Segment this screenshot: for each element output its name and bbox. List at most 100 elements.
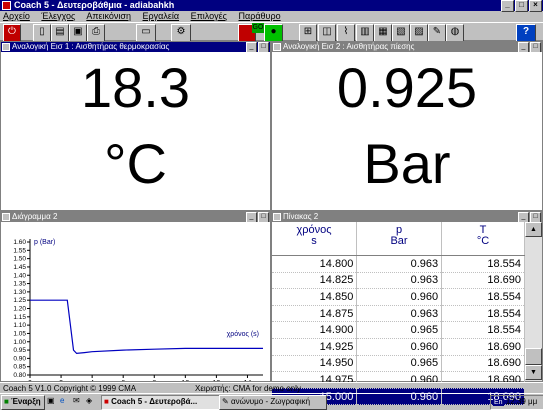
vertical-scrollbar[interactable]: ▲ ▼	[525, 222, 542, 381]
table-cell[interactable]: 14.825	[272, 272, 358, 290]
table-row[interactable]: 14.800 0.963 18.554	[272, 256, 525, 273]
quicklaunch-channels-icon[interactable]: ◈	[84, 395, 98, 408]
menu-file[interactable]: Αρχείο	[3, 11, 30, 21]
menu-control[interactable]: Έλεγχος	[41, 11, 75, 21]
pressure-chart[interactable]: 1.601.55 1.501.451.40 1.351.301.25 1.201.15…	[1, 222, 270, 381]
save-icon[interactable]: ▣	[69, 24, 87, 42]
start-button[interactable]: ●	[264, 24, 283, 42]
table-cell[interactable]: 14.900	[272, 321, 358, 339]
panel-minimize-button[interactable]: _	[246, 212, 257, 222]
panel-minimize-button[interactable]: _	[518, 212, 529, 222]
column-header-time[interactable]: χρόνος s	[272, 222, 357, 255]
table-cell[interactable]: 18.554	[441, 288, 525, 306]
x-tick-label: 2	[59, 380, 63, 381]
panel-titlebar[interactable]: Αναλογική Εισ 1 : Αισθητήρας θερμοκρασία…	[1, 42, 270, 52]
panel-menu-icon[interactable]	[273, 213, 281, 221]
language-indicator[interactable]: En	[493, 399, 504, 406]
panel-maximize-button[interactable]: □	[530, 42, 541, 52]
x-tick-label: 12	[213, 380, 221, 381]
table-cell[interactable]: 18.554	[441, 256, 525, 273]
panel-menu-icon[interactable]	[2, 43, 10, 51]
table-cell[interactable]: 18.690	[441, 355, 525, 373]
scroll-down-button[interactable]: ▼	[525, 365, 542, 380]
y-tick-label: 1.20	[13, 306, 26, 313]
panel-titlebar[interactable]: Αναλογική Εισ 2 : Αισθητήρας πίεσης _ □	[272, 42, 542, 52]
table-row[interactable]: 14.950 0.965 18.690	[272, 355, 525, 373]
panel-minimize-button[interactable]: _	[246, 42, 257, 52]
panel-maximize-button[interactable]: □	[530, 212, 541, 222]
y-axis-label: p (Bar)	[34, 239, 55, 246]
print-icon[interactable]: ⎙	[87, 24, 105, 42]
quicklaunch-desktop-icon[interactable]: ▣	[45, 395, 59, 408]
panel-maximize-button[interactable]: □	[258, 212, 269, 222]
menu-view[interactable]: Απεικόνιση	[86, 11, 131, 21]
column-header-temperature[interactable]: T °C	[442, 222, 525, 255]
table-cell[interactable]: 18.554	[441, 305, 525, 323]
table-row[interactable]: 14.925 0.960 18.690	[272, 338, 525, 356]
panel-minimize-button[interactable]: _	[518, 42, 529, 52]
toolbar-tool-1-icon[interactable]: ⊞	[299, 24, 317, 42]
panel-titlebar[interactable]: Πίνακας 2 _ □	[272, 212, 542, 222]
table-cell[interactable]: 0.960	[356, 338, 443, 356]
table-cell[interactable]: 14.850	[272, 288, 358, 306]
table-cell[interactable]: 14.950	[272, 355, 358, 373]
y-tick-label: 1.15	[13, 314, 26, 321]
panel-menu-icon[interactable]	[2, 213, 10, 221]
toolbar-tool-2-icon[interactable]: ◫	[318, 24, 336, 42]
help-icon[interactable]: ?	[516, 24, 536, 42]
toolbar-tool-4-icon[interactable]: ▥	[356, 24, 374, 42]
x-tick-label: 14	[244, 380, 252, 381]
y-tick-label: 1.45	[13, 264, 26, 271]
table-cell[interactable]: 14.800	[272, 256, 358, 273]
toolbar-tool-7-icon[interactable]: ▨	[410, 24, 428, 42]
table-cell[interactable]: 0.960	[356, 288, 443, 306]
clock[interactable]: 12:39 μμ	[506, 397, 537, 406]
y-tick-label: 0.85	[13, 364, 26, 371]
table-row[interactable]: 14.850 0.960 18.554	[272, 288, 525, 306]
table-cell[interactable]: 18.690	[441, 338, 525, 356]
app-icon[interactable]	[2, 1, 11, 10]
y-tick-label: 1.25	[13, 297, 26, 304]
x-tick-label: 10	[181, 380, 189, 381]
table-cell[interactable]: 0.965	[356, 355, 443, 373]
panel-maximize-button[interactable]: □	[258, 42, 269, 52]
exit-icon[interactable]: ⏻	[3, 24, 21, 42]
settings-icon[interactable]: ⚙	[171, 24, 191, 42]
panel-menu-icon[interactable]	[273, 43, 281, 51]
table-cell[interactable]: 0.963	[356, 305, 443, 323]
table-cell[interactable]: 0.963	[356, 272, 443, 290]
panel-titlebar[interactable]: Διάγραμμα 2 _ □	[1, 212, 270, 222]
monitor-icon[interactable]: ▭	[136, 24, 156, 42]
table-cell[interactable]: 18.690	[441, 272, 525, 290]
table-cell[interactable]: 14.875	[272, 305, 358, 323]
table-panel[interactable]: Πίνακας 2 _ □ χρόνος s p Bar T °C 14.800…	[271, 211, 543, 406]
quicklaunch-mail-icon[interactable]: ✉	[71, 395, 85, 408]
menu-options[interactable]: Επιλογές	[191, 11, 227, 21]
y-tick-label: 1.05	[13, 330, 26, 337]
table-tool-icon[interactable]: ▦	[374, 24, 392, 42]
toolbar-tool-6-icon[interactable]: ▧	[392, 24, 410, 42]
table-row[interactable]: 14.825 0.963 18.690	[272, 272, 525, 290]
graph-panel[interactable]: Διάγραμμα 2 _ □ 1.60 1.55 1.50 1.45 1.40 1.35…	[0, 211, 271, 382]
table-cell[interactable]: 0.965	[356, 321, 443, 339]
table-cell[interactable]: 14.925	[272, 338, 358, 356]
column-header-pressure[interactable]: p Bar	[357, 222, 442, 255]
open-file-icon[interactable]: ▤	[51, 24, 69, 42]
analog-panel-1[interactable]: Αναλογική Εισ 1 : Αισθητήρας θερμοκρασία…	[0, 41, 271, 211]
graph-tool-icon[interactable]: ⌇	[337, 24, 355, 42]
globe-icon[interactable]: ◍	[446, 24, 464, 42]
quicklaunch-ie-icon[interactable]: e	[58, 395, 72, 408]
temperature-value: 18.3	[81, 56, 190, 119]
analog-panel-2[interactable]: Αναλογική Εισ 2 : Αισθητήρας πίεσης _ □ …	[271, 41, 543, 211]
toolbar-tool-8-icon[interactable]: ✎	[428, 24, 446, 42]
x-tick-label: 8	[152, 380, 156, 381]
menu-tools[interactable]: Εργαλεία	[143, 11, 180, 21]
scroll-thumb[interactable]	[525, 348, 542, 365]
table-row[interactable]: 14.900 0.965 18.554	[272, 321, 525, 339]
menu-window[interactable]: Παράθυρο	[239, 11, 281, 21]
table-cell[interactable]: 18.554	[441, 321, 525, 339]
new-file-icon[interactable]: ▯	[33, 24, 51, 42]
table-cell[interactable]: 0.963	[356, 256, 443, 273]
scroll-up-button[interactable]: ▲	[525, 222, 542, 237]
table-row[interactable]: 14.875 0.963 18.554	[272, 305, 525, 323]
